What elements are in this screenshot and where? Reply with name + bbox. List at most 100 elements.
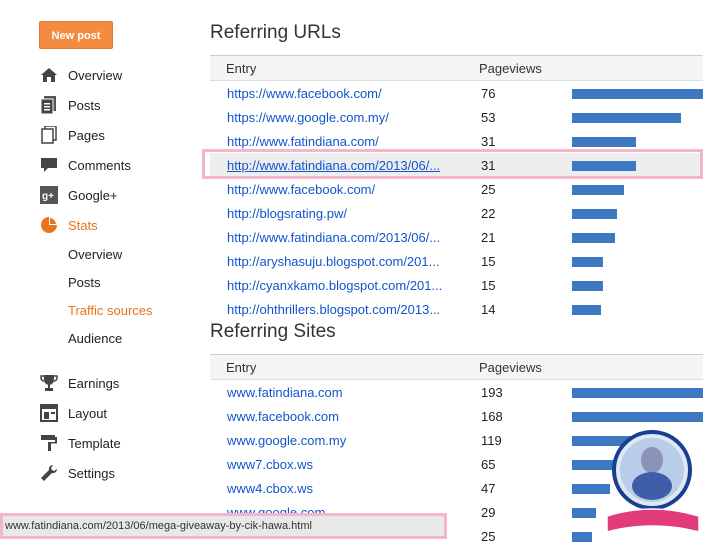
table-row: http://cyanxkamo.blogspot.com/201... 15 [210,273,703,297]
entry-link[interactable]: http://www.facebook.com/ [227,182,375,197]
entry-link[interactable]: https://www.google.com.my/ [227,110,389,125]
entry-link[interactable]: www.facebook.com [227,409,339,424]
svg-text:g+: g+ [42,191,54,202]
table-header: Entry Pageviews [210,55,703,81]
pageviews-bar [572,412,703,422]
column-pageviews[interactable]: Pageviews [479,360,542,375]
highlight-frame [202,149,703,179]
pageviews-bar [572,532,592,542]
pageviews-bar [572,113,681,123]
entry-link[interactable]: http://www.fatindiana.com/ [227,134,379,149]
sidebar-item-label: Template [68,435,121,451]
entry-link[interactable]: http://cyanxkamo.blogspot.com/201... [227,278,442,293]
sidebar: New post Overview Posts Pages Comments g… [0,0,200,539]
pageviews-value: 29 [481,505,496,520]
table-row: www.fatindiana.com 193 [210,380,703,404]
sidebar-item-label: Posts [68,97,101,113]
entry-link[interactable]: http://www.fatindiana.com/2013/06/... [227,230,440,245]
pageviews-bar [572,388,703,398]
sidebar-item-label: Layout [68,405,108,421]
sidebar-item-settings[interactable]: Settings [39,463,115,483]
column-entry[interactable]: Entry [226,61,256,76]
table-row: https://www.facebook.com/76 [210,81,703,105]
entry-link[interactable]: www4.cbox.ws [227,481,313,496]
sidebar-item-googleplus[interactable]: g+ Google+ [39,185,118,205]
table-header: Entry Pageviews [210,354,703,380]
status-bar-url: www.fatindiana.com/2013/06/mega-giveaway… [0,513,447,539]
new-post-button[interactable]: New post [39,21,113,49]
pageviews-value: 47 [481,481,496,496]
column-entry[interactable]: Entry [226,360,256,375]
posts-icon [39,96,59,114]
entry-link[interactable]: http://blogsrating.pw/ [227,206,347,221]
pageviews-value: 193 [481,385,503,400]
stats-pie-icon [39,216,59,234]
pageviews-value: 21 [481,230,496,245]
googleplus-icon: g+ [39,186,59,204]
copyright-watermark [606,430,700,533]
sidebar-item-template[interactable]: Template [39,433,121,453]
stats-sub-traffic-sources[interactable]: Traffic sources [68,303,153,318]
pageviews-value: 25 [481,182,496,197]
pageviews-bar [572,185,624,195]
stats-sub-posts[interactable]: Posts [68,275,101,290]
home-icon [39,66,59,84]
pageviews-value: 76 [481,86,496,101]
pageviews-value: 53 [481,110,496,125]
pageviews-value: 25 [481,529,496,544]
entry-link[interactable]: https://www.facebook.com/ [227,86,382,101]
sidebar-item-label: Stats [68,217,98,233]
sidebar-item-label: Google+ [68,187,118,203]
sidebar-item-overview[interactable]: Overview [39,65,122,85]
pageviews-bar [572,233,615,243]
referring-urls-title: Referring URLs [210,22,341,43]
table-row: http://aryshasuju.blogspot.com/201... 15 [210,249,703,273]
pageviews-bar [572,508,596,518]
pageviews-bar [572,305,601,315]
sidebar-item-label: Comments [68,157,131,173]
comments-icon [39,156,59,174]
sidebar-item-pages[interactable]: Pages [39,125,105,145]
sidebar-item-layout[interactable]: Layout [39,403,107,423]
pageviews-value: 119 [481,433,502,448]
stats-sub-overview[interactable]: Overview [68,247,122,262]
table-row: http://ohthrillers.blogspot.com/2013... 1… [210,297,703,321]
sidebar-item-label: Settings [68,465,115,481]
pageviews-bar [572,257,603,267]
sidebar-item-label: Earnings [68,375,120,391]
pageviews-value: 168 [481,409,503,424]
pageviews-bar [572,89,703,99]
referring-urls-table: Entry Pageviews https://www.facebook.com… [210,55,703,321]
pageviews-value: 15 [481,254,496,269]
template-icon [39,434,59,452]
sidebar-item-earnings[interactable]: Earnings [39,373,119,393]
entry-link[interactable]: www.google.com.my [227,433,346,448]
pages-icon [39,126,59,144]
column-pageviews[interactable]: Pageviews [479,61,542,76]
stats-sub-audience[interactable]: Audience [68,331,122,346]
layout-icon [39,404,59,422]
pageviews-value: 14 [481,302,496,317]
pageviews-value: 31 [481,134,496,149]
sidebar-item-label: Overview [68,67,123,83]
pageviews-bar [572,137,636,147]
table-row: www.facebook.com 168 [210,404,703,428]
entry-link[interactable]: http://ohthrillers.blogspot.com/2013... [227,302,440,317]
sidebar-item-posts[interactable]: Posts [39,95,101,115]
table-row: https://www.google.com.my/53 [210,105,703,129]
entry-link[interactable]: www7.cbox.ws [227,457,313,472]
wrench-icon [39,464,59,482]
pageviews-bar [572,281,603,291]
pageviews-bar [572,209,617,219]
sidebar-item-stats[interactable]: Stats [39,215,98,235]
entry-link[interactable]: www.fatindiana.com [227,385,343,400]
pageviews-value: 22 [481,206,496,221]
referring-sites-title: Referring Sites [210,321,336,342]
table-row: http://www.fatindiana.com/2013/06/... 21 [210,225,703,249]
pageviews-value: 15 [481,278,496,293]
trophy-icon [39,374,59,392]
pageviews-value: 65 [481,457,496,472]
entry-link[interactable]: http://aryshasuju.blogspot.com/201... [227,254,439,269]
sidebar-item-comments[interactable]: Comments [39,155,131,175]
table-row: http://www.facebook.com/25 [210,177,703,201]
